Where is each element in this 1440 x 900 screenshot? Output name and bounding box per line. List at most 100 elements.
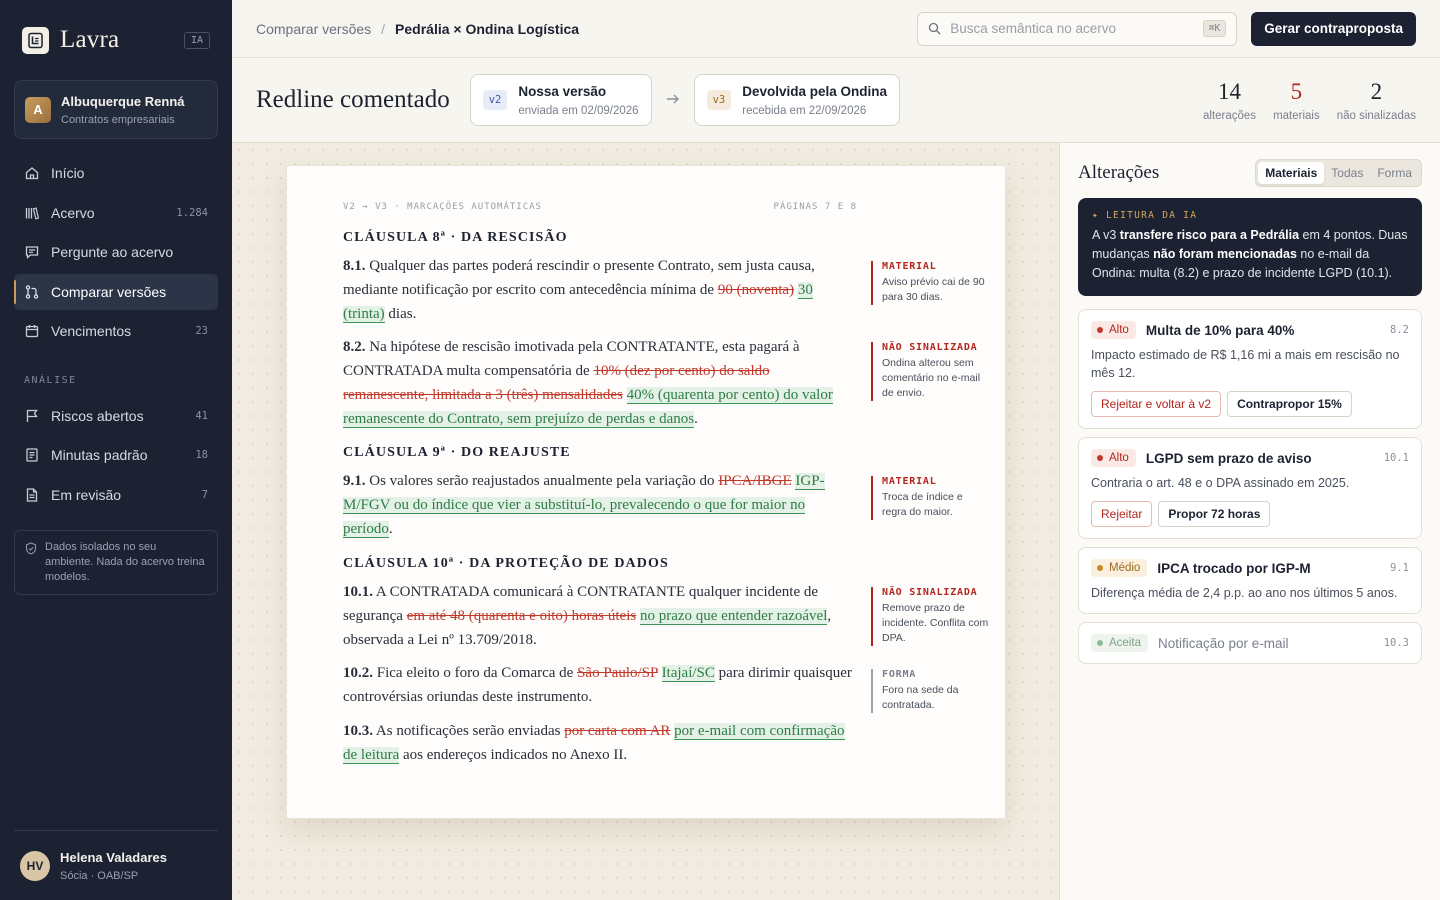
change-card[interactable]: Médio IPCA trocado por IGP-M 9.1 Diferen… [1078,547,1422,614]
change-card[interactable]: Alto LGPD sem prazo de aviso 10.1 Contra… [1078,437,1422,539]
clause-ref: 10.1 [1383,452,1409,464]
workspace-subtitle: Contratos empresariais [61,113,175,126]
margin-note-unflagged[interactable]: NÃO SINALIZADA Remove prazo de incidente… [871,587,989,646]
paragraph-number: 10.3. [343,723,373,739]
stats: 14 alterações 5 materiais 2 não sinaliza… [1186,79,1416,122]
stat-changes: 14 alterações [1203,79,1256,122]
margin-note-unflagged[interactable]: NÃO SINALIZADA Ondina alterou sem coment… [871,342,989,401]
page-title: Redline comentado [256,86,450,113]
propose-button[interactable]: Propor 72 horas [1158,501,1271,527]
stat-value: 5 [1290,78,1303,104]
search-input[interactable]: Busca semântica no acervo ⌘K [917,11,1238,46]
calendar-icon [24,323,40,339]
paragraph-text: dias. [384,306,417,322]
paragraph-10-2: 10.2. Fica eleito o foro da Comarca de S… [343,661,857,709]
paragraph-text: Fica eleito o foro da Comarca de [373,665,578,681]
paragraph-text: . [388,521,393,537]
note-tag: MATERIAL [882,261,937,272]
deleted-text[interactable]: São Paulo/SP [577,665,658,681]
privacy-note: Dados isolados no seu ambiente. Nada do … [14,530,218,595]
version-to-card[interactable]: v3 Devolvida pela Ondina recebida em 22/… [693,74,901,126]
nav-item-revisao[interactable]: Em revisão 7 [14,477,218,513]
document-meta: V2 → V3 · MARCAÇÕES AUTOMÁTICAS PÁGINAS … [343,202,857,212]
paragraph-number: 9.1. [343,473,366,489]
nav-item-minutas[interactable]: Minutas padrão 18 [14,437,218,473]
note-tag: NÃO SINALIZADA [882,587,978,598]
change-description: Diferença média de 2,4 p.p. ao ano nos ú… [1091,586,1398,600]
clause-10-heading: CLÁUSULA 10ª · DA PROTEÇÃO DE DADOS [343,556,669,571]
brand-name: Lavra [60,26,120,53]
ai-summary-text: A v3 transfere risco para a Pedrália em … [1092,228,1408,280]
stat-label: materiais [1273,109,1320,122]
note-text: Troca de índice e regra do maior. [882,491,963,518]
change-card[interactable]: Alto Multa de 10% para 40% 8.2 Impacto e… [1078,309,1422,429]
shield-check-icon [25,542,37,585]
main: Comparar versões / Pedrália × Ondina Log… [232,0,1440,900]
arrow-right-icon [666,92,680,108]
version-subtitle: enviada em 02/09/2026 [518,104,639,117]
severity-badge: Alto [1091,321,1136,339]
filter-materiais[interactable]: Materiais [1258,162,1325,184]
user-profile[interactable]: HV Helena Valadares Sócia · OAB/SP [14,830,218,900]
version-subtitle: recebida em 22/09/2026 [742,104,867,117]
paragraph-text: Os valores serão reajustados anualmente … [365,473,719,489]
workspace-switcher[interactable]: A Albuquerque Renná Contratos empresaria… [14,80,218,139]
nav-item-comparar[interactable]: Comparar versões [14,273,218,310]
reject-button[interactable]: Rejeitar [1091,501,1153,527]
version-from-card[interactable]: v2 Nossa versão enviada em 02/09/2026 [469,74,652,126]
nav-section-label: ANÁLISE [24,374,77,386]
change-card[interactable]: Aceita Notificação por e-mail 10.3 [1078,622,1422,664]
logo-icon[interactable] [22,26,49,54]
stat-label: alterações [1203,109,1257,122]
breadcrumb-current: Pedrália × Ondina Logística [395,20,580,37]
note-tag: FORMA [882,669,917,680]
filter-todas[interactable]: Todas [1324,162,1370,184]
stat-unflagged: 2 não sinalizadas [1337,79,1416,122]
margin-note-form[interactable]: FORMA Foro na sede da contratada. [871,669,989,713]
change-description: Contraria o art. 48 e o DPA assinado em … [1091,476,1350,490]
deleted-text[interactable]: IPCA/IBGE [718,473,791,489]
nav-label: Pergunte ao acervo [51,244,174,260]
generate-counterproposal-button[interactable]: Gerar contraproposta [1251,11,1416,46]
filter-forma[interactable]: Forma [1370,162,1419,184]
nav-item-acervo[interactable]: Acervo 1.284 [14,195,218,231]
template-icon [24,447,40,463]
nav-item-vencimentos[interactable]: Vencimentos 23 [14,313,218,349]
panel-title: Alterações [1078,162,1160,183]
privacy-text: Dados isolados no seu ambiente. Nada do … [45,541,205,583]
inserted-text[interactable]: Itajaí/SC [661,665,715,682]
clause-8-heading: CLÁUSULA 8ª · DA RESCISÃO [343,230,568,245]
margin-note-material[interactable]: MATERIAL Troca de índice e regra do maio… [871,476,989,520]
nav-item-inicio[interactable]: Início [14,155,218,191]
nav-label: Riscos abertos [51,407,144,424]
note-tag: MATERIAL [882,476,937,487]
counterpropose-button[interactable]: Contrapropor 15% [1227,391,1352,417]
chat-icon [24,244,40,260]
paragraph-number: 10.1. [343,584,373,600]
ai-summary-card: ✦ LEITURA DA IA A v3 transfere risco par… [1078,198,1422,296]
nav-label: Comparar versões [51,283,167,300]
reject-revert-button[interactable]: Rejeitar e voltar à v2 [1091,391,1222,417]
paragraph-text: aos endereços indicados no Anexo II. [399,747,628,763]
inserted-text[interactable]: no prazo que entender razoável [639,608,828,625]
document-viewer: V2 → V3 · MARCAÇÕES AUTOMÁTICAS PÁGINAS … [232,143,1060,900]
margin-note-material[interactable]: MATERIAL Aviso prévio cai de 90 para 30 … [871,261,989,305]
deleted-text[interactable]: por carta com AR [564,723,670,739]
nav-item-riscos[interactable]: Riscos abertos 41 [14,398,218,434]
stat-label: não sinalizadas [1336,109,1416,122]
change-title: IPCA trocado por IGP-M [1157,560,1311,576]
nav-item-pergunte[interactable]: Pergunte ao acervo [14,234,218,270]
search-shortcut: ⌘K [1202,20,1227,37]
main-nav: Início Acervo 1.284 Pergunte ao acervo C… [0,155,232,353]
note-text: Aviso prévio cai de 90 para 30 dias. [882,276,985,303]
version-title: Devolvida pela Ondina [742,83,888,99]
paragraph-9-1: 9.1. Os valores serão reajustados anualm… [343,469,857,541]
nav-label: Minutas padrão [51,447,148,463]
deleted-text[interactable]: em até 48 (quarenta e oito) horas úteis [407,608,637,624]
deleted-text[interactable]: 90 (noventa) [718,282,794,298]
change-title: Notificação por e-mail [1157,635,1289,651]
breadcrumb-separator: / [381,20,386,37]
page-info: PÁGINAS 7 E 8 [773,202,857,212]
breadcrumb-parent[interactable]: Comparar versões [256,21,371,37]
nav-label: Início [51,165,85,181]
